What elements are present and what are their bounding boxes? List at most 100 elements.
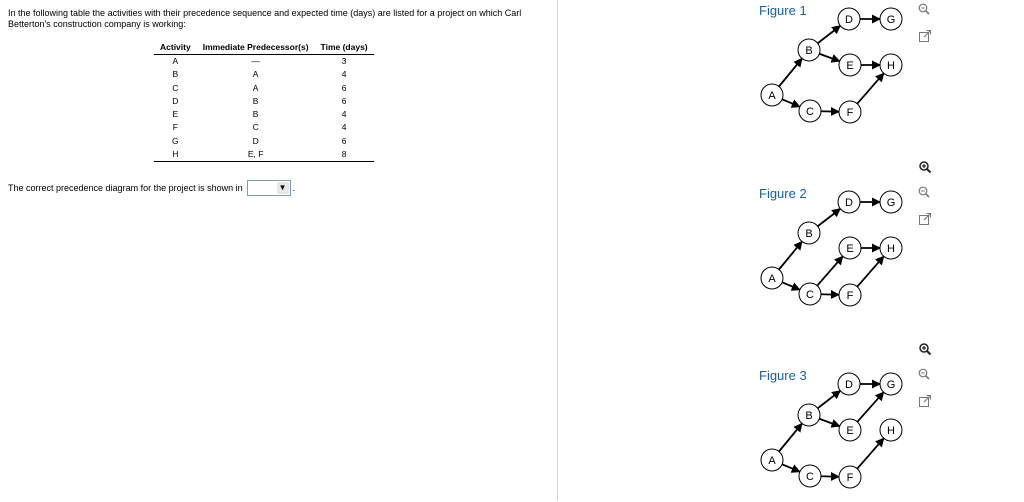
node-a: A bbox=[761, 84, 783, 106]
node-label: E bbox=[846, 243, 853, 255]
node-c: C bbox=[799, 283, 821, 305]
table-row: HE, F8 bbox=[154, 148, 374, 162]
cell-time: 8 bbox=[315, 148, 374, 162]
cell-predecessor: A bbox=[197, 68, 315, 81]
external-link-icon[interactable] bbox=[918, 29, 932, 43]
edge-a-c bbox=[782, 464, 800, 471]
cell-predecessor: — bbox=[197, 55, 315, 69]
cell-predecessor: B bbox=[197, 108, 315, 121]
node-e: E bbox=[839, 419, 861, 441]
node-c: C bbox=[799, 100, 821, 122]
node-f: F bbox=[839, 284, 861, 306]
node-label: G bbox=[887, 14, 896, 26]
edge-a-b bbox=[779, 423, 802, 451]
node-a: A bbox=[761, 449, 783, 471]
zoom-in-icon[interactable] bbox=[918, 342, 932, 356]
cell-activity: G bbox=[154, 135, 197, 148]
node-a: A bbox=[761, 267, 783, 289]
cell-activity: E bbox=[154, 108, 197, 121]
edge-b-d bbox=[818, 391, 841, 409]
node-e: E bbox=[839, 54, 861, 76]
question-intro: In the following table the activities wi… bbox=[8, 8, 548, 30]
cell-time: 4 bbox=[315, 121, 374, 134]
node-label: C bbox=[806, 471, 814, 483]
node-f: F bbox=[839, 101, 861, 123]
zoom-out-icon[interactable] bbox=[917, 185, 931, 199]
table-row: GD6 bbox=[154, 135, 374, 148]
cell-activity: D bbox=[154, 95, 197, 108]
cell-time: 4 bbox=[315, 68, 374, 81]
node-f: F bbox=[839, 466, 861, 488]
cell-time: 6 bbox=[315, 95, 374, 108]
node-label: C bbox=[806, 289, 814, 301]
node-label: H bbox=[887, 425, 895, 437]
edge-e-g bbox=[857, 392, 883, 422]
edge-b-e bbox=[819, 419, 839, 426]
answer-row: The correct precedence diagram for the p… bbox=[8, 180, 295, 196]
zoom-in-icon[interactable] bbox=[918, 160, 932, 174]
node-label: D bbox=[845, 197, 853, 209]
dropdown-arrow-icon[interactable]: ▼ bbox=[277, 182, 289, 194]
header-activity: Activity bbox=[154, 41, 197, 55]
edge-f-h bbox=[857, 73, 884, 103]
node-label: D bbox=[845, 379, 853, 391]
node-label: A bbox=[768, 90, 776, 102]
edge-b-d bbox=[818, 209, 841, 227]
figure-select-dropdown[interactable]: ▼ bbox=[247, 180, 291, 196]
node-label: C bbox=[806, 106, 814, 118]
cell-activity: F bbox=[154, 121, 197, 134]
edge-f-h bbox=[857, 438, 884, 468]
node-label: F bbox=[847, 290, 854, 302]
node-label: H bbox=[887, 60, 895, 72]
edge-f-h bbox=[857, 256, 884, 286]
node-label: F bbox=[847, 472, 854, 484]
node-label: G bbox=[887, 197, 896, 209]
table-row: EB4 bbox=[154, 108, 374, 121]
node-b: B bbox=[798, 39, 820, 61]
cell-time: 3 bbox=[315, 55, 374, 69]
node-label: F bbox=[847, 107, 854, 119]
cell-predecessor: D bbox=[197, 135, 315, 148]
table-row: DB6 bbox=[154, 95, 374, 108]
precedence-diagram: A B C D E F G H bbox=[757, 377, 917, 502]
node-h: H bbox=[880, 419, 902, 441]
edge-b-e bbox=[819, 54, 839, 61]
node-label: G bbox=[887, 379, 896, 391]
cell-time: 6 bbox=[315, 135, 374, 148]
external-link-icon[interactable] bbox=[918, 212, 932, 226]
node-d: D bbox=[838, 373, 860, 395]
precedence-diagram: A B C D E F G H bbox=[757, 12, 917, 137]
cell-predecessor: A bbox=[197, 82, 315, 95]
zoom-out-icon[interactable] bbox=[917, 2, 931, 16]
cell-predecessor: C bbox=[197, 121, 315, 134]
table-row: BA4 bbox=[154, 68, 374, 81]
cell-activity: B bbox=[154, 68, 197, 81]
external-link-icon[interactable] bbox=[918, 394, 932, 408]
answer-period: . bbox=[293, 183, 296, 193]
edge-a-b bbox=[779, 241, 802, 269]
panel-divider bbox=[557, 0, 558, 500]
node-g: G bbox=[880, 8, 902, 30]
node-g: G bbox=[880, 191, 902, 213]
table-row: CA6 bbox=[154, 82, 374, 95]
node-label: D bbox=[845, 14, 853, 26]
node-e: E bbox=[839, 237, 861, 259]
node-label: A bbox=[768, 273, 776, 285]
cell-activity: A bbox=[154, 55, 197, 69]
edge-a-c bbox=[782, 282, 800, 289]
node-label: B bbox=[805, 45, 812, 57]
cell-predecessor: E, F bbox=[197, 148, 315, 162]
node-d: D bbox=[838, 8, 860, 30]
node-label: B bbox=[805, 410, 812, 422]
zoom-out-icon[interactable] bbox=[917, 367, 931, 381]
edge-c-e bbox=[817, 256, 843, 285]
node-label: E bbox=[846, 425, 853, 437]
node-h: H bbox=[880, 54, 902, 76]
cell-activity: C bbox=[154, 82, 197, 95]
node-label: H bbox=[887, 243, 895, 255]
header-time: Time (days) bbox=[315, 41, 374, 55]
precedence-diagram: ABCDEFGH bbox=[757, 195, 917, 320]
activity-table: Activity Immediate Predecessor(s) Time (… bbox=[154, 41, 374, 162]
edge-a-b bbox=[779, 58, 802, 86]
node-d: D bbox=[838, 191, 860, 213]
